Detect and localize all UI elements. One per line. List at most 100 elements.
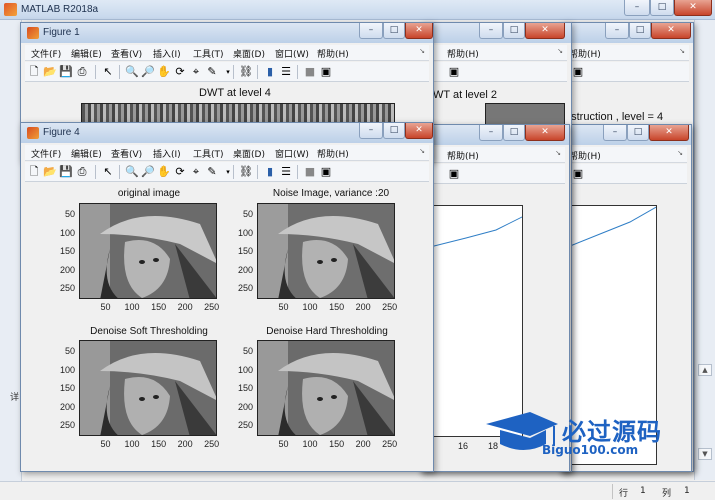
data-cursor-icon[interactable]: ⌖: [189, 165, 203, 179]
figure1-minimize-button[interactable]: –: [359, 23, 383, 39]
show-plot-tools-icon[interactable]: ▣: [319, 65, 333, 79]
figure-mid-lower-close-button[interactable]: ✕: [525, 125, 565, 141]
insert-legend-icon[interactable]: ☰: [279, 165, 293, 179]
menu-dock-arrow-icon[interactable]: ↘: [419, 47, 425, 55]
figure-mid-close-button[interactable]: ✕: [525, 23, 565, 39]
menu-edit[interactable]: 编辑(E): [71, 47, 102, 60]
show-plot-tools-icon[interactable]: ▣: [447, 65, 461, 79]
hide-plot-tools-icon[interactable]: ■: [303, 165, 317, 179]
menu-insert[interactable]: 插入(I): [153, 47, 181, 60]
menu-help[interactable]: 帮助(H): [447, 149, 479, 162]
menu-help[interactable]: 帮助(H): [317, 147, 349, 160]
main-maximize-button[interactable]: □: [650, 0, 674, 16]
figure4-window[interactable]: Figure 4 – □ ✕ 文件(F) 编辑(E) 查看(V) 插入(I) 工…: [20, 122, 434, 472]
scroll-up-button[interactable]: ▲: [698, 364, 712, 376]
figure-right-lower-maximize-button[interactable]: □: [627, 125, 649, 141]
brush-icon[interactable]: ✎: [205, 165, 219, 179]
save-icon[interactable]: 💾: [59, 165, 73, 179]
figure-mid-lower-title-bar[interactable]: – □ ✕: [421, 125, 569, 145]
menu-file[interactable]: 文件(F): [31, 47, 61, 60]
y-tick: 50: [242, 346, 253, 357]
insert-colorbar-icon[interactable]: ▮: [263, 165, 277, 179]
new-figure-icon[interactable]: 🗋: [27, 65, 41, 79]
menu-tools[interactable]: 工具(T): [193, 47, 224, 60]
menu-dock-arrow-icon[interactable]: ↘: [679, 47, 685, 55]
figure-right-lower-title-bar[interactable]: – □ ✕: [561, 125, 691, 145]
figure-mid-lower-maximize-button[interactable]: □: [503, 125, 525, 141]
link-plot-icon[interactable]: ⛓: [239, 165, 253, 179]
save-icon[interactable]: 💾: [59, 65, 73, 79]
x-tick: 250: [204, 302, 220, 312]
rotate-3d-icon[interactable]: ⟳: [173, 165, 187, 179]
figure-right-title-bar[interactable]: – □ ✕: [561, 23, 693, 43]
hide-plot-tools-icon[interactable]: ■: [303, 65, 317, 79]
menu-help[interactable]: 帮助(H): [317, 47, 349, 60]
figure1-close-button[interactable]: ✕: [405, 23, 433, 39]
figure-right-lower-menu-bar: 帮助(H) ↘: [565, 147, 687, 163]
figure-mid-lower-minimize-button[interactable]: –: [479, 125, 503, 141]
menu-edit[interactable]: 编辑(E): [71, 147, 102, 160]
figure-mid-minimize-button[interactable]: –: [479, 23, 503, 39]
edit-plot-icon[interactable]: ↖: [101, 65, 115, 79]
figure4-maximize-button[interactable]: □: [383, 123, 405, 139]
open-file-icon[interactable]: 📂: [43, 65, 57, 79]
print-icon[interactable]: ⎙: [75, 165, 89, 179]
figure-right-maximize-button[interactable]: □: [629, 23, 651, 39]
insert-colorbar-icon[interactable]: ▮: [263, 65, 277, 79]
show-plot-tools-icon[interactable]: ▣: [571, 65, 585, 79]
menu-desktop[interactable]: 桌面(D): [233, 147, 265, 160]
figure-mid-maximize-button[interactable]: □: [503, 23, 525, 39]
figure-right-minimize-button[interactable]: –: [605, 23, 629, 39]
menu-file[interactable]: 文件(F): [31, 147, 61, 160]
figure-mid-title-bar[interactable]: – □ ✕: [421, 23, 571, 43]
menu-tools[interactable]: 工具(T): [193, 147, 224, 160]
pan-icon[interactable]: ✋: [157, 165, 171, 179]
menu-insert[interactable]: 插入(I): [153, 147, 181, 160]
zoom-in-icon[interactable]: 🔍: [125, 65, 139, 79]
edit-plot-icon[interactable]: ↖: [101, 165, 115, 179]
menu-help[interactable]: 帮助(H): [569, 149, 601, 162]
link-plot-icon[interactable]: ⛓: [239, 65, 253, 79]
figure1-title-bar[interactable]: Figure 1 – □ ✕: [21, 23, 433, 43]
data-cursor-icon[interactable]: ⌖: [189, 65, 203, 79]
figure-right-lower-minimize-button[interactable]: –: [603, 125, 627, 141]
zoom-in-icon[interactable]: 🔍: [125, 165, 139, 179]
menu-desktop[interactable]: 桌面(D): [233, 47, 265, 60]
show-plot-tools-icon[interactable]: ▣: [447, 167, 461, 181]
toolbar-separator: [297, 165, 298, 179]
figure4-title-bar[interactable]: Figure 4 – □ ✕: [21, 123, 433, 143]
new-figure-icon[interactable]: 🗋: [27, 165, 41, 179]
figure-right-close-button[interactable]: ✕: [651, 23, 691, 39]
main-minimize-button[interactable]: –: [624, 0, 650, 16]
y-tick: 200: [237, 401, 253, 412]
menu-help[interactable]: 帮助(H): [447, 47, 479, 60]
figure-right-lower-close-button[interactable]: ✕: [649, 125, 689, 141]
figure1-maximize-button[interactable]: □: [383, 23, 405, 39]
menu-dock-arrow-icon[interactable]: ↘: [557, 47, 563, 55]
print-icon[interactable]: ⎙: [75, 65, 89, 79]
toolbar-separator: [95, 165, 96, 179]
pan-icon[interactable]: ✋: [157, 65, 171, 79]
figure4-minimize-button[interactable]: –: [359, 123, 383, 139]
zoom-out-icon[interactable]: 🔎: [141, 65, 155, 79]
brush-icon[interactable]: ✎: [205, 65, 219, 79]
zoom-out-icon[interactable]: 🔎: [141, 165, 155, 179]
menu-view[interactable]: 查看(V): [111, 47, 142, 60]
menu-window[interactable]: 窗口(W): [275, 47, 309, 60]
show-plot-tools-icon[interactable]: ▣: [319, 165, 333, 179]
show-plot-tools-icon[interactable]: ▣: [571, 167, 585, 181]
menu-view[interactable]: 查看(V): [111, 147, 142, 160]
main-close-button[interactable]: ✕: [674, 0, 712, 16]
figure4-close-button[interactable]: ✕: [405, 123, 433, 139]
menu-dock-arrow-icon[interactable]: ↘: [555, 149, 561, 157]
y-tick: 100: [237, 364, 253, 375]
main-title-bar[interactable]: MATLAB R2018a – □ ✕: [0, 0, 715, 20]
menu-dock-arrow-icon[interactable]: ↘: [419, 147, 425, 155]
insert-legend-icon[interactable]: ☰: [279, 65, 293, 79]
menu-dock-arrow-icon[interactable]: ↘: [677, 149, 683, 157]
menu-help[interactable]: 帮助(H): [569, 47, 601, 60]
subplot-title: Denoise Soft Thresholding: [90, 326, 208, 337]
menu-window[interactable]: 窗口(W): [275, 147, 309, 160]
open-file-icon[interactable]: 📂: [43, 165, 57, 179]
rotate-3d-icon[interactable]: ⟳: [173, 65, 187, 79]
